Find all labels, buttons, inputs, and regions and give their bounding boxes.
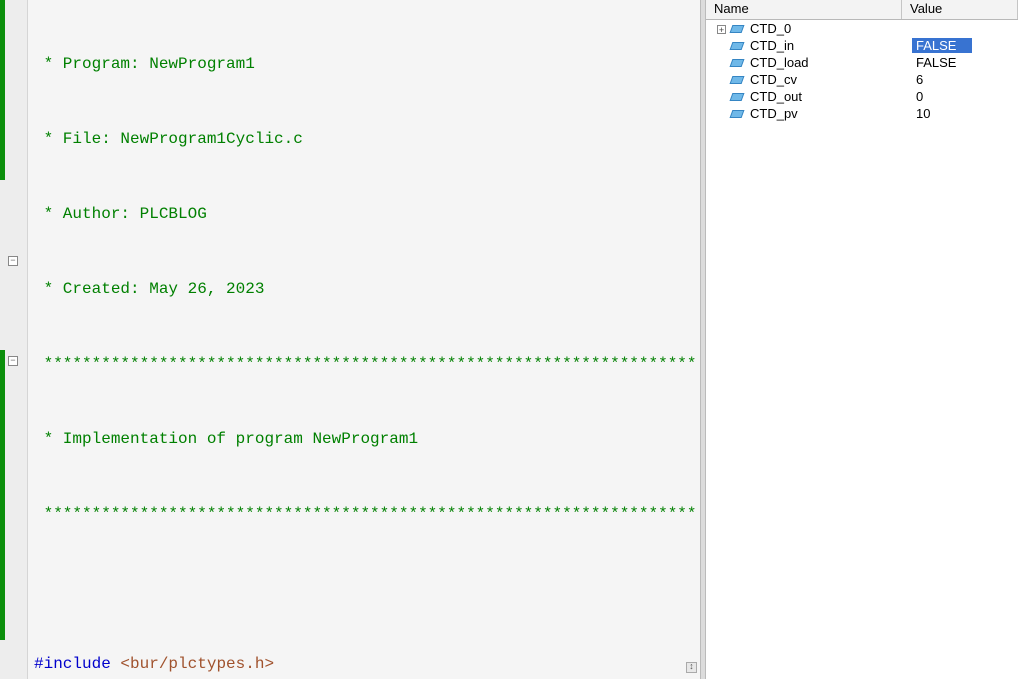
- watch-panel: Name Value + CTD_0 CTD_in FALSE CTD_load…: [706, 0, 1018, 679]
- code-line: * Program: NewProgram1: [34, 52, 694, 77]
- watch-row[interactable]: CTD_pv 10: [706, 105, 1018, 122]
- watch-name: CTD_0: [746, 21, 902, 36]
- code-line: #include <bur/plctypes.h>: [34, 652, 694, 677]
- watch-header: Name Value: [706, 0, 1018, 20]
- watch-row[interactable]: CTD_out 0: [706, 88, 1018, 105]
- watch-row[interactable]: CTD_load FALSE: [706, 54, 1018, 71]
- code-line: [34, 577, 694, 602]
- code-line: * File: NewProgram1Cyclic.c: [34, 127, 694, 152]
- fold-toggle[interactable]: −: [8, 356, 18, 366]
- scroll-indicator-icon[interactable]: ↕: [686, 662, 697, 673]
- code-line: * Author: PLCBLOG: [34, 202, 694, 227]
- watch-row[interactable]: CTD_cv 6: [706, 71, 1018, 88]
- watch-value: 0: [902, 89, 1018, 104]
- code-line: ****************************************…: [34, 352, 694, 377]
- watch-name: CTD_in: [746, 38, 902, 53]
- watch-value[interactable]: FALSE: [902, 38, 1018, 53]
- watch-name: CTD_cv: [746, 72, 902, 87]
- variable-icon: [728, 76, 746, 84]
- watch-value: FALSE: [902, 55, 1018, 70]
- expand-toggle[interactable]: +: [706, 21, 728, 36]
- watch-row[interactable]: + CTD_0: [706, 20, 1018, 37]
- code-line: ****************************************…: [34, 502, 694, 527]
- plus-icon: +: [717, 25, 726, 34]
- watch-header-value[interactable]: Value: [902, 0, 1018, 19]
- variable-icon: [728, 93, 746, 101]
- variable-icon: [728, 59, 746, 67]
- code-line: * Implementation of program NewProgram1: [34, 427, 694, 452]
- watch-value: 10: [902, 106, 1018, 121]
- fold-toggle[interactable]: −: [8, 256, 18, 266]
- watch-name: CTD_pv: [746, 106, 902, 121]
- code-line: * Created: May 26, 2023: [34, 277, 694, 302]
- watch-row[interactable]: CTD_in FALSE: [706, 37, 1018, 54]
- variable-icon: [728, 110, 746, 118]
- watch-header-name[interactable]: Name: [706, 0, 902, 19]
- variable-icon: [728, 42, 746, 50]
- code-editor-panel: − − * Program: NewProgram1 * File: NewPr…: [0, 0, 700, 679]
- watch-value: [902, 21, 1018, 36]
- code-text-area[interactable]: * Program: NewProgram1 * File: NewProgra…: [28, 0, 700, 679]
- editor-gutter: − −: [0, 0, 28, 679]
- change-marker: [0, 350, 5, 640]
- variable-icon: [728, 25, 746, 33]
- watch-name: CTD_out: [746, 89, 902, 104]
- watch-value: 6: [902, 72, 1018, 87]
- watch-name: CTD_load: [746, 55, 902, 70]
- change-marker: [0, 0, 5, 180]
